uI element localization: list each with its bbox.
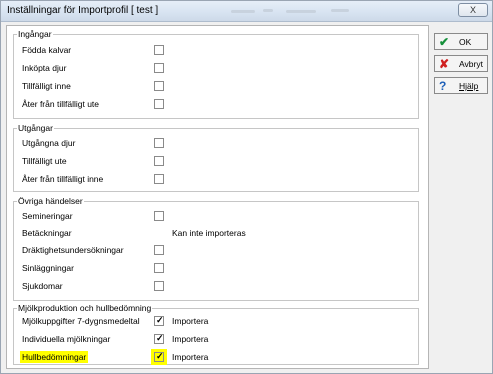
option-value: Importera xyxy=(172,352,209,362)
option-row: Tillfälligt ute xyxy=(22,155,414,167)
option-checkbox[interactable] xyxy=(154,245,164,255)
option-note: Kan inte importeras xyxy=(172,228,246,238)
title-bar-blur xyxy=(286,10,316,13)
option-label: Mjölkuppgifter 7-dygnsmedeltal xyxy=(22,316,140,326)
option-checkbox[interactable] xyxy=(154,45,164,55)
option-checkbox[interactable] xyxy=(154,99,164,109)
title-bar-blur xyxy=(263,9,273,12)
option-label: Betäckningar xyxy=(22,228,72,238)
option-row: Åter från tillfälligt inne xyxy=(22,173,414,185)
close-button[interactable]: X xyxy=(458,3,488,17)
option-label: Utgångna djur xyxy=(22,138,76,148)
option-checkbox[interactable] xyxy=(154,156,164,166)
option-checkbox[interactable]: ✓ xyxy=(154,351,164,362)
option-row: Dräktighetsundersökningar xyxy=(22,244,414,256)
title-bar-blur xyxy=(231,10,255,13)
group-utgangar: Utgångar Utgångna djur Tillfälligt ute Å… xyxy=(13,123,419,192)
cancel-button[interactable]: ✘ Avbryt xyxy=(434,55,488,72)
option-row: Åter från tillfälligt ute xyxy=(22,98,414,110)
option-checkbox[interactable] xyxy=(154,281,164,291)
option-row: Sjukdomar xyxy=(22,280,414,292)
help-button-label: Hjälp xyxy=(459,81,479,91)
settings-panel: Ingångar Födda kalvar Inköpta djur Tillf… xyxy=(6,25,429,369)
option-checkbox[interactable] xyxy=(154,138,164,148)
window-title: Inställningar för Importprofil [ test ] xyxy=(7,5,159,16)
option-label: Åter från tillfälligt inne xyxy=(22,174,104,184)
option-label: Hullbedömningar xyxy=(20,351,89,363)
option-label: Åter från tillfälligt ute xyxy=(22,99,100,109)
option-label: Individuella mjölkningar xyxy=(22,334,111,344)
option-label: Inköpta djur xyxy=(22,63,67,73)
option-row: Tillfälligt inne xyxy=(22,80,414,92)
group-legend: Mjölkproduktion och hullbedömning xyxy=(17,303,153,314)
option-row: Födda kalvar xyxy=(22,44,414,56)
cross-icon: ✘ xyxy=(439,57,450,71)
option-label: Sjukdomar xyxy=(22,281,63,291)
option-row: Betäckningar Kan inte importeras xyxy=(22,227,414,239)
ok-button-label: OK xyxy=(459,37,472,47)
title-bar[interactable]: Inställningar för Importprofil [ test ] … xyxy=(1,1,492,22)
option-row: Inköpta djur xyxy=(22,62,414,74)
option-checkbox[interactable] xyxy=(154,174,164,184)
option-value: Importera xyxy=(172,334,209,344)
cancel-button-label: Avbryt xyxy=(459,59,483,69)
option-label: Semineringar xyxy=(22,211,73,221)
option-label: Sinläggningar xyxy=(22,263,74,273)
settings-dialog: Inställningar för Importprofil [ test ] … xyxy=(0,0,493,374)
option-label: Tillfälligt ute xyxy=(22,156,67,166)
option-checkbox[interactable] xyxy=(154,63,164,73)
option-checkbox[interactable]: ✓ xyxy=(154,315,164,326)
group-legend: Ingångar xyxy=(17,29,53,40)
option-label: Tillfälligt inne xyxy=(22,81,71,91)
question-mark-icon: ? xyxy=(439,79,447,93)
checkmark-icon: ✓ xyxy=(156,315,164,325)
option-row: Individuella mjölkningar ✓ Importera xyxy=(22,333,414,345)
option-checkbox[interactable] xyxy=(154,211,164,221)
group-legend: Utgångar xyxy=(17,123,54,134)
option-row-highlighted: Hullbedömningar ✓ Importera xyxy=(20,351,414,363)
option-label: Dräktighetsundersökningar xyxy=(22,245,124,255)
option-value: Importera xyxy=(172,316,209,326)
option-row: Utgångna djur xyxy=(22,137,414,149)
ok-button[interactable]: ✔ OK xyxy=(434,33,488,50)
group-mjolkproduktion: Mjölkproduktion och hullbedömning Mjölku… xyxy=(13,303,419,365)
option-row: Semineringar xyxy=(22,210,414,222)
group-ovriga-handelser: Övriga händelser Semineringar Betäckning… xyxy=(13,196,419,301)
group-ingangar: Ingångar Födda kalvar Inköpta djur Tillf… xyxy=(13,29,419,119)
checkmark-icon: ✓ xyxy=(156,351,164,361)
option-row: Mjölkuppgifter 7-dygnsmedeltal ✓ Importe… xyxy=(22,315,414,327)
checkmark-icon: ✓ xyxy=(156,333,164,343)
title-bar-blur xyxy=(331,9,349,12)
option-row: Sinläggningar xyxy=(22,262,414,274)
close-icon: X xyxy=(469,5,476,15)
option-checkbox[interactable] xyxy=(154,263,164,273)
option-label: Födda kalvar xyxy=(22,45,72,55)
checkmark-icon: ✔ xyxy=(439,35,450,49)
option-checkbox[interactable]: ✓ xyxy=(154,333,164,344)
option-checkbox[interactable] xyxy=(154,81,164,91)
group-legend: Övriga händelser xyxy=(17,196,84,207)
help-button[interactable]: ? Hjälp xyxy=(434,77,488,94)
